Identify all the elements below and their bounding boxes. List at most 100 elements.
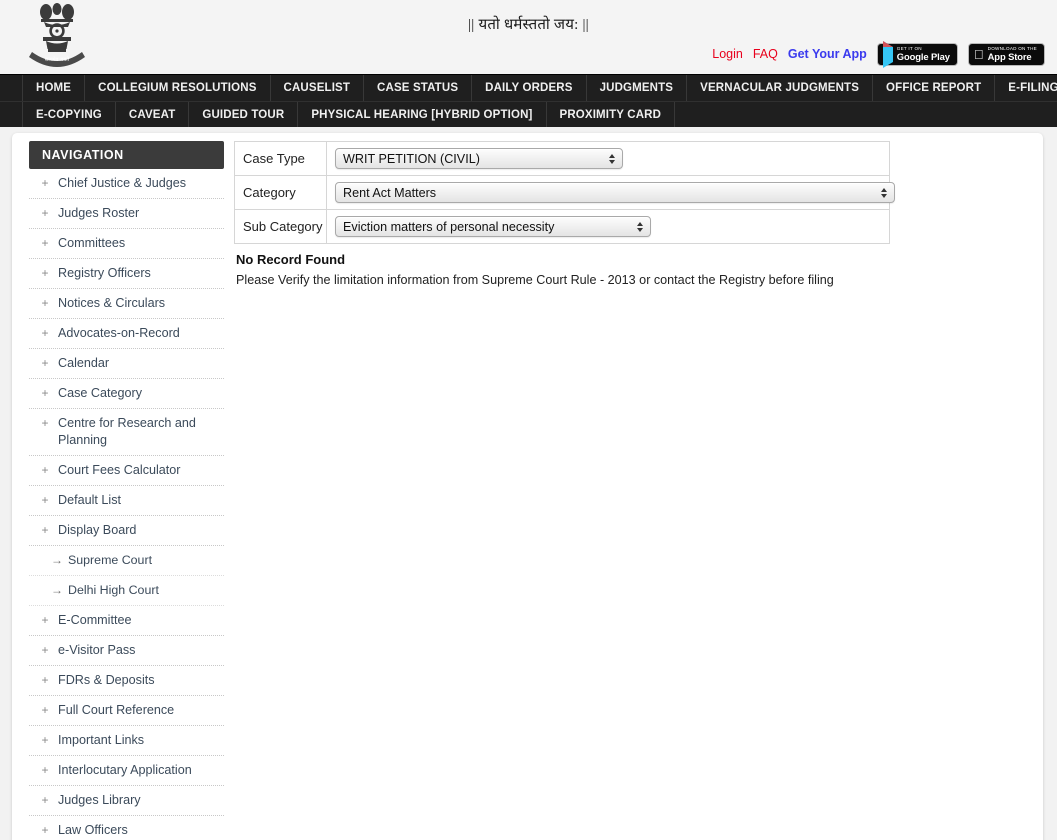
sidebar-item-important-links[interactable]: + Important Links [29, 726, 224, 756]
sidebar-link[interactable]: + Display Board [29, 516, 218, 545]
sidebar-link[interactable]: + Law Officers [29, 816, 218, 840]
select-updown-arrows-icon[interactable] [609, 153, 615, 164]
sidebar-item-label: Judges Roster [58, 206, 140, 220]
sidebar-item-judges-roster[interactable]: + Judges Roster [29, 199, 224, 229]
nav-item-home[interactable]: HOME [22, 75, 86, 101]
sidebar-link[interactable]: + Interlocutary Application [29, 756, 218, 785]
sidebar-link[interactable]: + Notices & Circulars [29, 289, 218, 318]
select-value: Eviction matters of personal necessity [343, 219, 555, 234]
app-store-badge[interactable]:  Download on the App Store [967, 42, 1045, 66]
sidebar-link[interactable]: + Advocates-on-Record [29, 319, 218, 348]
sidebar-link[interactable]: + Committees [29, 229, 218, 258]
sidebar-item-label: Interlocutary Application [58, 763, 192, 777]
login-link[interactable]: Login [712, 47, 743, 61]
form-field-cell: Eviction matters of personal necessity [326, 209, 890, 244]
sidebar-item-notices-circulars[interactable]: + Notices & Circulars [29, 289, 224, 319]
plus-icon: + [41, 823, 49, 837]
nav-item-case-status[interactable]: CASE STATUS [364, 75, 473, 101]
sidebar-link[interactable]: + FDRs & Deposits [29, 666, 218, 695]
nav-item-caveat[interactable]: CAVEAT [116, 102, 190, 127]
sidebar-item-centre-for-research-and-planning[interactable]: + Centre for Research and Planning [29, 409, 224, 456]
apple-logo-icon:  [974, 48, 984, 61]
sidebar-item-e-visitor-pass[interactable]: + e-Visitor Pass [29, 636, 224, 666]
plus-icon: + [41, 356, 49, 370]
no-record-message: No Record Found [236, 252, 346, 267]
form-row: Sub Category Eviction matters of personal… [234, 209, 890, 244]
nav-item-collegium-resolutions[interactable]: COLLEGIUM RESOLUTIONS [85, 75, 271, 101]
form-row: Category Rent Act Matters [234, 175, 895, 210]
sidebar-item-fdrs-deposits[interactable]: + FDRs & Deposits [29, 666, 224, 696]
sidebar-item-display-board[interactable]: + Display Board [29, 516, 224, 546]
google-play-badge-label: Google Play [896, 51, 950, 63]
sidebar-item-chief-justice-judges[interactable]: + Chief Justice & Judges [29, 169, 224, 199]
select-sub-category[interactable]: Eviction matters of personal necessity [335, 216, 651, 237]
nav-item-proximity-card[interactable]: PROXIMITY CARD [547, 102, 676, 127]
nav-item-daily-orders[interactable]: DAILY ORDERS [472, 75, 587, 101]
sidebar-item-label: Important Links [58, 733, 145, 747]
sidebar-item-label: Calendar [58, 356, 110, 370]
sidebar-item-label: Supreme Court [68, 553, 153, 567]
sidebar-link[interactable]: + E-Committee [29, 606, 218, 635]
plus-icon: + [41, 416, 49, 430]
google-play-badge[interactable]: GET IT ON Google Play [876, 40, 958, 68]
sidebar-item-court-fees-calculator[interactable]: + Court Fees Calculator [29, 456, 224, 486]
sidebar-item-label: FDRs & Deposits [58, 673, 155, 687]
sidebar-item-delhi-high-court[interactable]: → Delhi High Court [29, 576, 224, 606]
sidebar-item-committees[interactable]: + Committees [29, 229, 224, 259]
sidebar-link[interactable]: + Full Court Reference [29, 696, 218, 725]
sidebar-link[interactable]: + Calendar [29, 349, 218, 378]
sidebar-link[interactable]: + Court Fees Calculator [29, 456, 218, 485]
nav-item-e-filing[interactable]: E-FILING [995, 75, 1057, 101]
select-category[interactable]: Rent Act Matters [335, 182, 895, 203]
sidebar-item-law-officers[interactable]: + Law Officers [29, 816, 224, 840]
sidebar-item-default-list[interactable]: + Default List [29, 486, 224, 516]
nav-item-vernacular-judgments[interactable]: VERNACULAR JUDGMENTS [687, 75, 874, 101]
sidebar-item-e-committee[interactable]: + E-Committee [29, 606, 224, 636]
sidebar-item-label: Full Court Reference [58, 703, 175, 717]
sidebar-item-case-category[interactable]: + Case Category [29, 379, 224, 409]
plus-icon: + [41, 266, 49, 280]
faq-link[interactable]: FAQ [753, 47, 778, 61]
select-updown-arrows-icon[interactable] [881, 187, 887, 198]
plus-icon: + [41, 643, 49, 657]
sidebar-link[interactable]: + Default List [29, 486, 218, 515]
sidebar-item-advocates-on-record[interactable]: + Advocates-on-Record [29, 319, 224, 349]
sidebar-link[interactable]: + Registry Officers [29, 259, 218, 288]
sidebar-item-calendar[interactable]: + Calendar [29, 349, 224, 379]
sidebar-link[interactable]: + Chief Justice & Judges [29, 169, 218, 198]
select-case-type[interactable]: WRIT PETITION (CIVIL) [335, 148, 623, 169]
nav-item-physical-hearing-hybrid-option[interactable]: PHYSICAL HEARING [HYBRID OPTION] [298, 102, 547, 127]
nav-item-judgments[interactable]: JUDGMENTS [587, 75, 688, 101]
indian-national-emblem-icon: सत्यमेव जयते [24, 0, 90, 72]
google-play-icon [882, 40, 893, 68]
get-your-app-link[interactable]: Get Your App [788, 47, 867, 61]
app-store-badge-label: App Store [987, 51, 1032, 63]
nav-item-office-report[interactable]: OFFICE REPORT [873, 75, 996, 101]
plus-icon: + [41, 386, 49, 400]
sidebar-item-label: Judges Library [58, 793, 141, 807]
limitation-calculator-form: Case Type WRIT PETITION (CIVIL) Category Re… [234, 141, 895, 244]
plus-icon: + [41, 326, 49, 340]
sidebar-link[interactable]: → Delhi High Court [45, 576, 218, 605]
sidebar-item-full-court-reference[interactable]: + Full Court Reference [29, 696, 224, 726]
form-label-category: Category [234, 175, 327, 210]
sidebar-item-registry-officers[interactable]: + Registry Officers [29, 259, 224, 289]
nav-item-guided-tour[interactable]: GUIDED TOUR [189, 102, 299, 127]
sidebar-item-judges-library[interactable]: + Judges Library [29, 786, 224, 816]
sidebar-item-interlocutary-application[interactable]: + Interlocutary Application [29, 756, 224, 786]
sidebar-link[interactable]: + Judges Roster [29, 199, 218, 228]
sidebar-link[interactable]: + Case Category [29, 379, 218, 408]
form-field-cell: Rent Act Matters [326, 175, 895, 210]
sidebar-item-label: E-Committee [58, 613, 132, 627]
sidebar-link[interactable]: + Judges Library [29, 786, 218, 815]
sidebar-list: + Chief Justice & Judges + Judges Roster + Co… [29, 169, 224, 840]
sidebar-link[interactable]: + Centre for Research and Planning [29, 409, 218, 455]
sidebar-link[interactable]: + Important Links [29, 726, 218, 755]
select-updown-arrows-icon[interactable] [637, 221, 643, 232]
plus-icon: + [41, 206, 49, 220]
sidebar-item-supreme-court[interactable]: → Supreme Court [29, 546, 224, 576]
nav-item-e-copying[interactable]: E-COPYING [22, 102, 116, 127]
sidebar-link[interactable]: → Supreme Court [45, 546, 218, 575]
nav-item-causelist[interactable]: CAUSELIST [271, 75, 365, 101]
sidebar-link[interactable]: + e-Visitor Pass [29, 636, 218, 665]
